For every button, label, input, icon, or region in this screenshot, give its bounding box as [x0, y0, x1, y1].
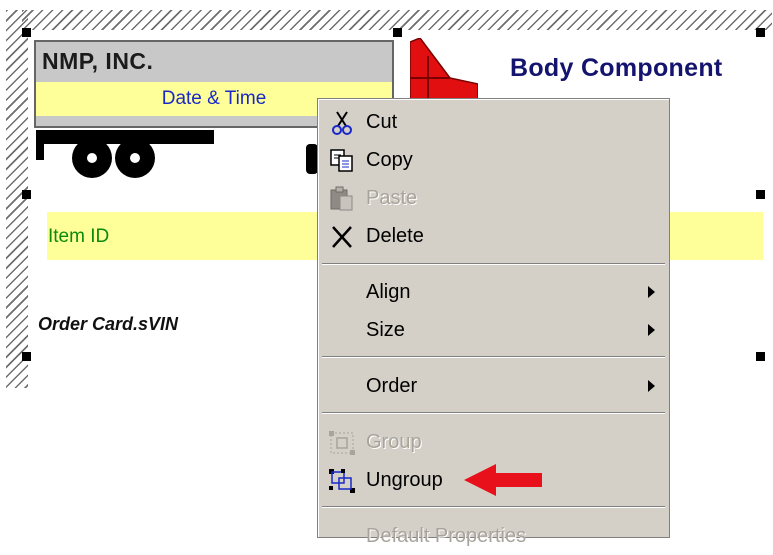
menu-item-group[interactable]: Group — [318, 425, 669, 461]
truck-cab-icon — [410, 38, 478, 100]
selection-handle[interactable] — [756, 28, 765, 37]
menu-item-label: Align — [366, 281, 411, 303]
menu-item-label: Delete — [366, 225, 424, 247]
copy-icon — [330, 149, 353, 172]
selection-handle[interactable] — [393, 28, 402, 37]
menu-item-default-properties[interactable]: Default Properties — [318, 519, 669, 555]
menu-item-label: Ungroup — [366, 469, 443, 491]
menu-item-label: Default Properties — [366, 525, 527, 547]
submenu-arrow-icon — [648, 286, 655, 298]
selection-handle[interactable] — [22, 28, 31, 37]
menu-item-label: Paste — [366, 187, 418, 209]
submenu-arrow-icon — [648, 324, 655, 336]
menu-separator — [322, 263, 665, 265]
menu-item-label: Order — [366, 375, 418, 397]
delete-x-icon — [332, 226, 352, 248]
truck-hitch — [36, 130, 44, 160]
paste-icon — [330, 186, 353, 211]
submenu-arrow-icon — [648, 380, 655, 392]
menu-item-cut[interactable]: Cut — [318, 105, 669, 141]
menu-item-label: Group — [366, 431, 422, 453]
design-surface-left-border — [6, 10, 28, 388]
order-card-field[interactable]: Order Card.sVIN — [38, 314, 178, 335]
ungroup-icon — [329, 469, 355, 493]
design-surface-top-border — [22, 10, 772, 30]
item-id-field[interactable]: Item ID — [48, 226, 109, 248]
selection-handle[interactable] — [22, 352, 31, 361]
report-title[interactable]: Body Component — [510, 54, 723, 83]
red-arrow-icon — [464, 464, 542, 496]
selection-handle[interactable] — [22, 190, 31, 199]
menu-separator — [322, 506, 665, 508]
menu-item-order[interactable]: Order — [318, 369, 669, 405]
truck-wheel — [72, 138, 112, 178]
menu-item-label: Cut — [366, 111, 398, 133]
menu-item-copy[interactable]: Copy — [318, 143, 669, 179]
selection-handle[interactable] — [756, 352, 765, 361]
menu-separator — [322, 412, 665, 414]
company-name: NMP, INC. — [42, 48, 154, 74]
menu-item-size[interactable]: Size — [318, 313, 669, 349]
menu-item-delete[interactable]: Delete — [318, 219, 669, 255]
menu-item-label: Copy — [366, 149, 413, 171]
menu-item-label: Size — [366, 319, 405, 341]
group-icon — [329, 431, 355, 455]
scissors-icon — [332, 111, 352, 135]
selection-handle[interactable] — [756, 190, 765, 199]
truck-wheel — [115, 138, 155, 178]
menu-separator — [322, 356, 665, 358]
menu-item-align[interactable]: Align — [318, 275, 669, 311]
menu-item-paste[interactable]: Paste — [318, 181, 669, 217]
